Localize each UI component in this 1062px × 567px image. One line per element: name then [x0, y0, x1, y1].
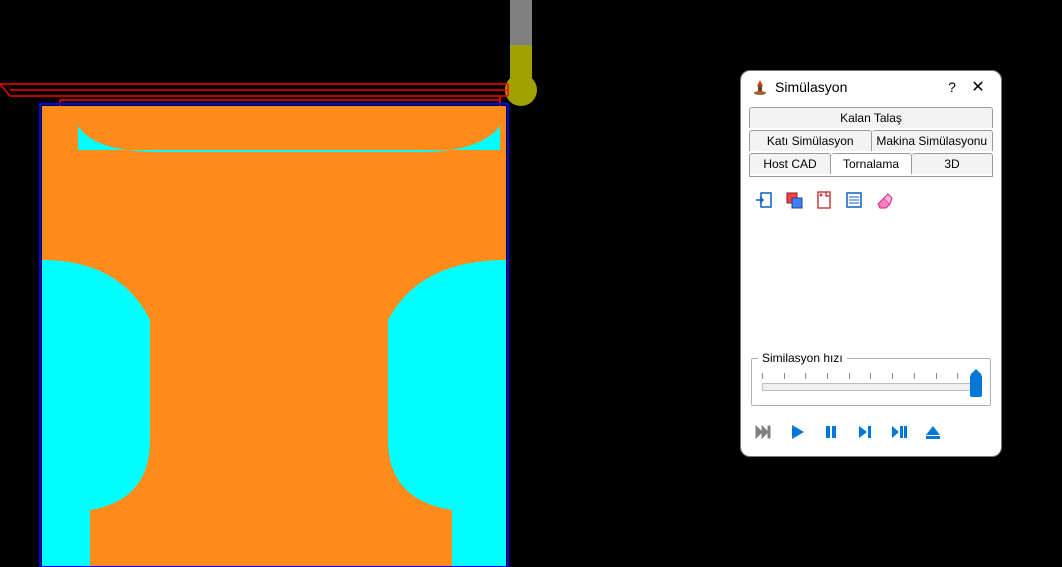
play-button[interactable]	[787, 422, 807, 442]
speed-legend: Similasyon hızı	[758, 351, 847, 365]
tool-tip	[505, 74, 537, 106]
erase-icon[interactable]	[873, 189, 895, 211]
tab-row-2: Katı Simülasyon Makina Simülasyonu	[749, 130, 993, 151]
slider-track	[762, 383, 980, 391]
simulation-dialog: Simülasyon ? ✕ Kalan Talaş Katı Simülasy…	[740, 70, 1002, 457]
tab-solid-sim[interactable]: Katı Simülasyon	[749, 130, 872, 151]
next-button[interactable]	[855, 422, 875, 442]
slider-thumb[interactable]	[970, 375, 982, 397]
pause-button[interactable]	[821, 422, 841, 442]
overlap-icon[interactable]	[783, 189, 805, 211]
tab-row-1: Kalan Talaş	[749, 107, 993, 128]
sheet-icon[interactable]	[813, 189, 835, 211]
dialog-body: Kalan Talaş Katı Simülasyon Makina Simül…	[741, 101, 1001, 456]
toolbar	[749, 179, 993, 215]
list-icon[interactable]	[843, 189, 865, 211]
tab-3d[interactable]: 3D	[912, 153, 993, 174]
speed-fieldset: Similasyon hızı	[751, 351, 991, 406]
dialog-titlebar[interactable]: Simülasyon ? ✕	[741, 71, 1001, 101]
playback-controls	[749, 406, 993, 446]
fast-forward-button[interactable]	[753, 422, 773, 442]
tab-host-cad[interactable]: Host CAD	[749, 153, 831, 174]
next-pause-button[interactable]	[889, 422, 909, 442]
dialog-title: Simülasyon	[775, 79, 939, 95]
spacer	[749, 215, 993, 345]
tab-row-3: Host CAD Tornalama 3D	[749, 153, 993, 174]
eject-button[interactable]	[923, 422, 943, 442]
slider-ticks	[762, 373, 980, 381]
tab-remaining-stock[interactable]: Kalan Talaş	[749, 107, 993, 128]
tab-turning[interactable]: Tornalama	[831, 153, 912, 174]
app-icon	[751, 78, 769, 96]
tab-strip	[749, 174, 993, 177]
speed-slider[interactable]	[758, 373, 984, 399]
tab-machine-sim[interactable]: Makina Simülasyonu	[872, 130, 994, 151]
close-button[interactable]: ✕	[965, 77, 991, 97]
import-icon[interactable]	[753, 189, 775, 211]
simulation-viewport[interactable]	[0, 0, 560, 567]
help-button[interactable]: ?	[939, 79, 965, 95]
